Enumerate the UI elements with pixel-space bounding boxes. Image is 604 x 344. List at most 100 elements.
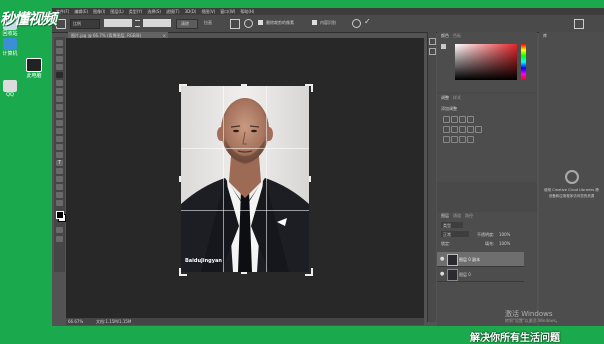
- creative-cloud-icon: [565, 170, 579, 184]
- swap-icon[interactable]: [135, 20, 140, 27]
- layer-filter-dropdown[interactable]: 类型: [441, 222, 463, 228]
- history-panel-icon[interactable]: [429, 38, 436, 45]
- menu-item-view[interactable]: 视图(V): [201, 9, 215, 15]
- eraser-tool-icon[interactable]: [56, 120, 63, 126]
- menu-item-layer[interactable]: 图层(L): [110, 9, 123, 15]
- zoom-level[interactable]: 66.67%: [68, 319, 83, 324]
- grid-overlay-icon[interactable]: [230, 19, 240, 29]
- shape-tool-icon[interactable]: [56, 176, 63, 182]
- opacity-value[interactable]: 100%: [499, 232, 510, 237]
- clear-button[interactable]: 清除: [176, 19, 198, 29]
- blur-tool-icon[interactable]: [56, 136, 63, 142]
- cancel-icon[interactable]: [352, 19, 361, 28]
- photo-filter-adjust-icon[interactable]: [475, 126, 482, 133]
- menu-item-type[interactable]: 类型(Y): [129, 9, 143, 15]
- tab-adjustments[interactable]: 调整: [439, 94, 451, 102]
- hue-slider[interactable]: [521, 44, 526, 80]
- crop-handle-bottom[interactable]: [241, 272, 247, 274]
- screen-mode-icon[interactable]: [56, 236, 63, 242]
- brightness-adjust-icon[interactable]: [443, 116, 450, 123]
- stamp-tool-icon[interactable]: [56, 104, 63, 110]
- crop-handle-bottom-left[interactable]: [179, 268, 187, 276]
- tab-styles[interactable]: 样式: [451, 94, 463, 102]
- type-tool-icon[interactable]: T: [56, 160, 63, 166]
- eyedropper-tool-icon[interactable]: [56, 80, 63, 86]
- content-aware-checkbox[interactable]: [312, 20, 317, 25]
- canvas-area[interactable]: BaiduJingyan: [66, 38, 424, 318]
- computer-icon: [3, 38, 17, 50]
- invert-adjust-icon[interactable]: [443, 136, 450, 143]
- tab-layers[interactable]: 图层: [439, 212, 451, 220]
- menu-item-window[interactable]: 窗口(W): [220, 9, 235, 15]
- menu-item-filter[interactable]: 滤镜(T): [166, 9, 180, 15]
- hue-saturation-adjust-icon[interactable]: [451, 126, 458, 133]
- crop-handle-top-right[interactable]: [305, 84, 313, 92]
- libraries-message-line2: 设备和应用程序访问您的资源: [548, 194, 595, 198]
- quick-select-tool-icon[interactable]: [56, 64, 63, 70]
- tab-channels[interactable]: 通道: [451, 212, 463, 220]
- workspace-icon[interactable]: [574, 19, 584, 29]
- dodge-tool-icon[interactable]: [56, 144, 63, 150]
- commit-icon[interactable]: ✓: [364, 18, 371, 26]
- threshold-adjust-icon[interactable]: [459, 136, 466, 143]
- quick-mask-icon[interactable]: [56, 227, 63, 233]
- color-picker-field[interactable]: [455, 44, 517, 80]
- right-panels: 颜色 色板 调整 样式 添加调整 图层 通道 路径 类型 正常 不透明度: 10…: [437, 32, 537, 326]
- crop-handle-bottom-right[interactable]: [305, 268, 313, 276]
- settings-icon[interactable]: [244, 19, 253, 28]
- tools-panel: T: [54, 37, 66, 272]
- foreground-color-swatch[interactable]: [56, 211, 64, 219]
- visibility-eye-icon[interactable]: ●: [440, 256, 444, 262]
- more-tools-icon[interactable]: [56, 200, 63, 206]
- menu-item-3d[interactable]: 3D(D): [185, 9, 197, 14]
- crop-handle-left[interactable]: [179, 176, 181, 182]
- crop-handle-top[interactable]: [241, 84, 247, 86]
- fill-value[interactable]: 100%: [499, 241, 510, 246]
- lasso-tool-icon[interactable]: [56, 56, 63, 62]
- path-select-tool-icon[interactable]: [56, 168, 63, 174]
- foreground-color-chip[interactable]: [441, 44, 446, 49]
- clear-button-label: 清除: [181, 21, 189, 26]
- photo-canvas[interactable]: BaiduJingyan: [181, 86, 309, 272]
- tab-paths[interactable]: 路径: [463, 212, 475, 220]
- crop-handle-top-left[interactable]: [179, 84, 187, 92]
- crop-tool-icon[interactable]: [56, 72, 63, 78]
- menu-item-select[interactable]: 选择(S): [147, 9, 161, 15]
- desktop-icon-this-pc[interactable]: 此电脑: [24, 58, 44, 79]
- desktop-icon-qq[interactable]: QQ: [0, 80, 20, 98]
- tab-libraries[interactable]: 库: [541, 32, 549, 40]
- healing-tool-icon[interactable]: [56, 88, 63, 94]
- black-white-adjust-icon[interactable]: [467, 126, 474, 133]
- tab-color[interactable]: 颜色: [439, 32, 451, 40]
- menu-item-help[interactable]: 帮助(H): [240, 9, 254, 15]
- brush-tool-icon[interactable]: [56, 96, 63, 102]
- history-brush-tool-icon[interactable]: [56, 112, 63, 118]
- crop-handle-right[interactable]: [309, 176, 311, 182]
- curves-adjust-icon[interactable]: [459, 116, 466, 123]
- color-balance-adjust-icon[interactable]: [459, 126, 466, 133]
- marquee-tool-icon[interactable]: [56, 48, 63, 54]
- visibility-eye-icon[interactable]: ●: [440, 271, 444, 277]
- layer-row-copy[interactable]: ● 图层 0 副本: [437, 252, 524, 267]
- exposure-adjust-icon[interactable]: [467, 116, 474, 123]
- desktop-icon-computer[interactable]: 计算机: [0, 38, 20, 57]
- pen-tool-icon[interactable]: [56, 152, 63, 158]
- height-field[interactable]: [143, 19, 171, 27]
- properties-panel-icon[interactable]: [429, 48, 436, 55]
- zoom-tool-icon[interactable]: [56, 192, 63, 198]
- desktop-icon-label: 回收站: [2, 31, 18, 37]
- photo-watermark: BaiduJingyan: [185, 258, 222, 264]
- gradient-tool-icon[interactable]: [56, 128, 63, 134]
- gradient-map-adjust-icon[interactable]: [467, 136, 474, 143]
- vibrance-adjust-icon[interactable]: [443, 126, 450, 133]
- tab-swatches[interactable]: 色板: [451, 32, 463, 40]
- move-tool-icon[interactable]: [56, 40, 63, 46]
- hand-tool-icon[interactable]: [56, 184, 63, 190]
- posterize-adjust-icon[interactable]: [451, 136, 458, 143]
- levels-adjust-icon[interactable]: [451, 116, 458, 123]
- layer-row-original[interactable]: ● 图层 0: [437, 267, 524, 282]
- status-bar: 66.67% 文档:1.15M/1.15M: [66, 318, 424, 325]
- delete-pixels-checkbox[interactable]: [258, 20, 263, 25]
- straighten-button[interactable]: 拉直: [202, 19, 224, 27]
- blend-mode-dropdown[interactable]: 正常: [441, 231, 469, 237]
